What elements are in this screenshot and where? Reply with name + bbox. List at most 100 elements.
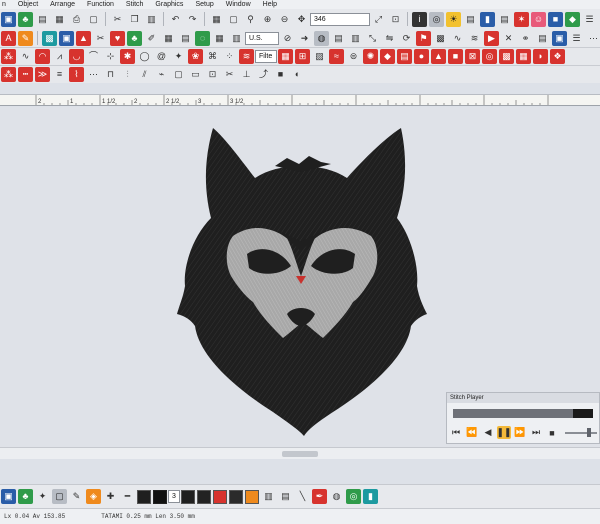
layout-icon[interactable]: ▤ (178, 31, 193, 46)
pause-icon[interactable]: ❚❚ (496, 426, 512, 439)
weave-icon[interactable]: ▦ (516, 49, 531, 64)
menu-help[interactable]: Help (263, 1, 277, 8)
zoom-out-icon[interactable]: ⊖ (277, 12, 292, 27)
chevron-icon[interactable]: ≫ (35, 67, 50, 82)
monogram-icon[interactable]: ✎ (18, 30, 33, 46)
show-icon[interactable]: ☀ (446, 11, 461, 27)
cord-icon[interactable]: ⌁ (154, 67, 169, 82)
preview-icon[interactable]: ▢ (86, 12, 101, 27)
border-icon[interactable]: ⁂ (1, 67, 16, 82)
thread-spool-icon[interactable]: ▮ (363, 489, 378, 504)
wand-icon[interactable]: ✦ (35, 489, 50, 504)
menu-setup[interactable]: Setup (195, 1, 213, 8)
view-icon[interactable]: ▤ (463, 12, 478, 27)
node-icon[interactable]: ⊹ (103, 49, 118, 64)
boxed-icon[interactable]: ▢ (171, 67, 186, 82)
feather-icon[interactable]: ⌇ (69, 67, 84, 82)
film-icon[interactable]: ▮ (480, 11, 495, 27)
arrow-right-icon[interactable]: ➜ (297, 31, 312, 46)
lock-stitch-icon[interactable]: ⊡ (205, 67, 220, 82)
lace-icon[interactable]: ⌘ (205, 49, 220, 64)
more-icon[interactable]: ⋯ (586, 31, 600, 46)
underlay-icon[interactable]: ▭ (188, 67, 203, 82)
step-back-icon[interactable]: ◀ (481, 426, 495, 439)
wave-icon[interactable]: ∿ (18, 49, 33, 64)
hatch-icon[interactable]: ▨ (312, 49, 327, 64)
frame-icon[interactable]: ▢ (226, 12, 241, 27)
undo-icon[interactable]: ↶ (168, 12, 183, 27)
sequence-icon[interactable]: ▤ (497, 12, 512, 27)
pattern-icon[interactable]: ⁂ (1, 49, 16, 64)
menu-object[interactable]: Object (18, 1, 38, 8)
diamond-icon[interactable]: ◆ (380, 49, 395, 64)
triple-run-icon[interactable]: ≡ (52, 67, 67, 82)
color-wheel-icon[interactable]: ◍ (329, 489, 344, 504)
thread-list-icon[interactable]: ▤ (278, 489, 293, 504)
wheel-icon[interactable]: ◎ (346, 489, 361, 504)
mosaic-icon[interactable]: ▩ (499, 49, 514, 64)
add-icon[interactable]: ✚ (103, 489, 118, 504)
scallop-icon[interactable]: ⌒ (86, 49, 101, 64)
mirror-icon[interactable]: ⇋ (382, 31, 397, 46)
color-swatch-current[interactable] (181, 489, 195, 504)
paste-icon[interactable]: ▥ (144, 12, 159, 27)
candle-icon[interactable]: ⫶ (120, 67, 135, 82)
minus-icon[interactable]: ━ (120, 489, 135, 504)
bean-icon[interactable]: ⋯ (86, 67, 101, 82)
trim-icon[interactable]: ✂ (222, 67, 237, 82)
ripple-icon[interactable]: ◎ (482, 49, 497, 64)
color-icon[interactable]: ■ (548, 11, 563, 27)
garment-icon[interactable]: ♣ (127, 30, 142, 46)
print-icon[interactable]: ⎙ (69, 12, 84, 27)
menu-window[interactable]: Window (226, 1, 251, 8)
stem-icon[interactable]: ⫽ (137, 67, 152, 82)
scrollbar-thumb[interactable] (282, 451, 318, 457)
menu-item[interactable]: n (2, 1, 6, 8)
photo-icon[interactable]: ▣ (59, 30, 74, 46)
stop-code-icon[interactable]: ■ (273, 67, 288, 82)
color-swatch-black[interactable] (137, 489, 151, 504)
pan-icon[interactable]: ✥ (294, 12, 309, 27)
speed-slider-knob[interactable] (587, 428, 592, 437)
layers-icon[interactable]: ▤ (535, 31, 550, 46)
menu-graphics[interactable]: Graphics (155, 1, 183, 8)
motif-icon[interactable]: ✱ (120, 49, 135, 64)
rotate-icon[interactable]: ⟳ (399, 31, 414, 46)
curve-icon[interactable]: ◠ (35, 49, 50, 64)
triangle-fill-icon[interactable]: ▲ (431, 49, 446, 64)
fast-forward-icon[interactable]: ⏩ (513, 426, 527, 439)
stop-icon[interactable]: ■ (545, 426, 559, 439)
cross-hatch-icon[interactable]: ⊞ (295, 49, 310, 64)
menu-stitch[interactable]: Stitch (126, 1, 144, 8)
align-icon[interactable]: ▤ (331, 31, 346, 46)
color-swatch-alt[interactable] (197, 489, 211, 504)
paint-icon[interactable]: ♥ (110, 30, 125, 46)
measure-icon[interactable]: ⊘ (280, 31, 295, 46)
radial-icon[interactable]: ✺ (363, 49, 378, 64)
stitch-icon[interactable]: ✶ (514, 11, 529, 27)
select-tool-icon[interactable]: ▣ (1, 489, 16, 504)
needle-icon[interactable]: ✒ (312, 489, 327, 504)
line-tool-icon[interactable]: ╲ (295, 489, 310, 504)
open-icon[interactable]: ▤ (35, 12, 50, 27)
spiral-icon[interactable]: @ (154, 49, 169, 64)
color-swatch-gray[interactable] (229, 489, 243, 504)
chain-icon[interactable]: ⚭ (518, 31, 533, 46)
dash-icon[interactable]: ┅ (18, 67, 33, 82)
matrix-icon[interactable]: ▦ (212, 31, 227, 46)
user-icon[interactable]: ☺ (531, 11, 546, 27)
color-swatch-red[interactable] (213, 489, 227, 504)
net-icon[interactable]: ⊠ (465, 49, 480, 64)
color-change-icon[interactable]: ◐ (290, 67, 305, 82)
select-icon[interactable]: ▣ (1, 11, 16, 27)
palette-icon[interactable]: ◆ (565, 11, 580, 27)
lettering-icon[interactable]: A (1, 30, 16, 46)
color-swatch-dark[interactable] (153, 489, 167, 504)
filter-combo[interactable]: Filte (255, 50, 277, 63)
zigzag-icon[interactable]: ⩘ (52, 49, 67, 64)
blanket-icon[interactable]: ⊓ (103, 67, 118, 82)
menu-function[interactable]: Function (87, 1, 114, 8)
redo-icon[interactable]: ↷ (185, 12, 200, 27)
tie-icon[interactable]: ⊥ (239, 67, 254, 82)
zoom-combo[interactable]: 346 (310, 12, 370, 26)
